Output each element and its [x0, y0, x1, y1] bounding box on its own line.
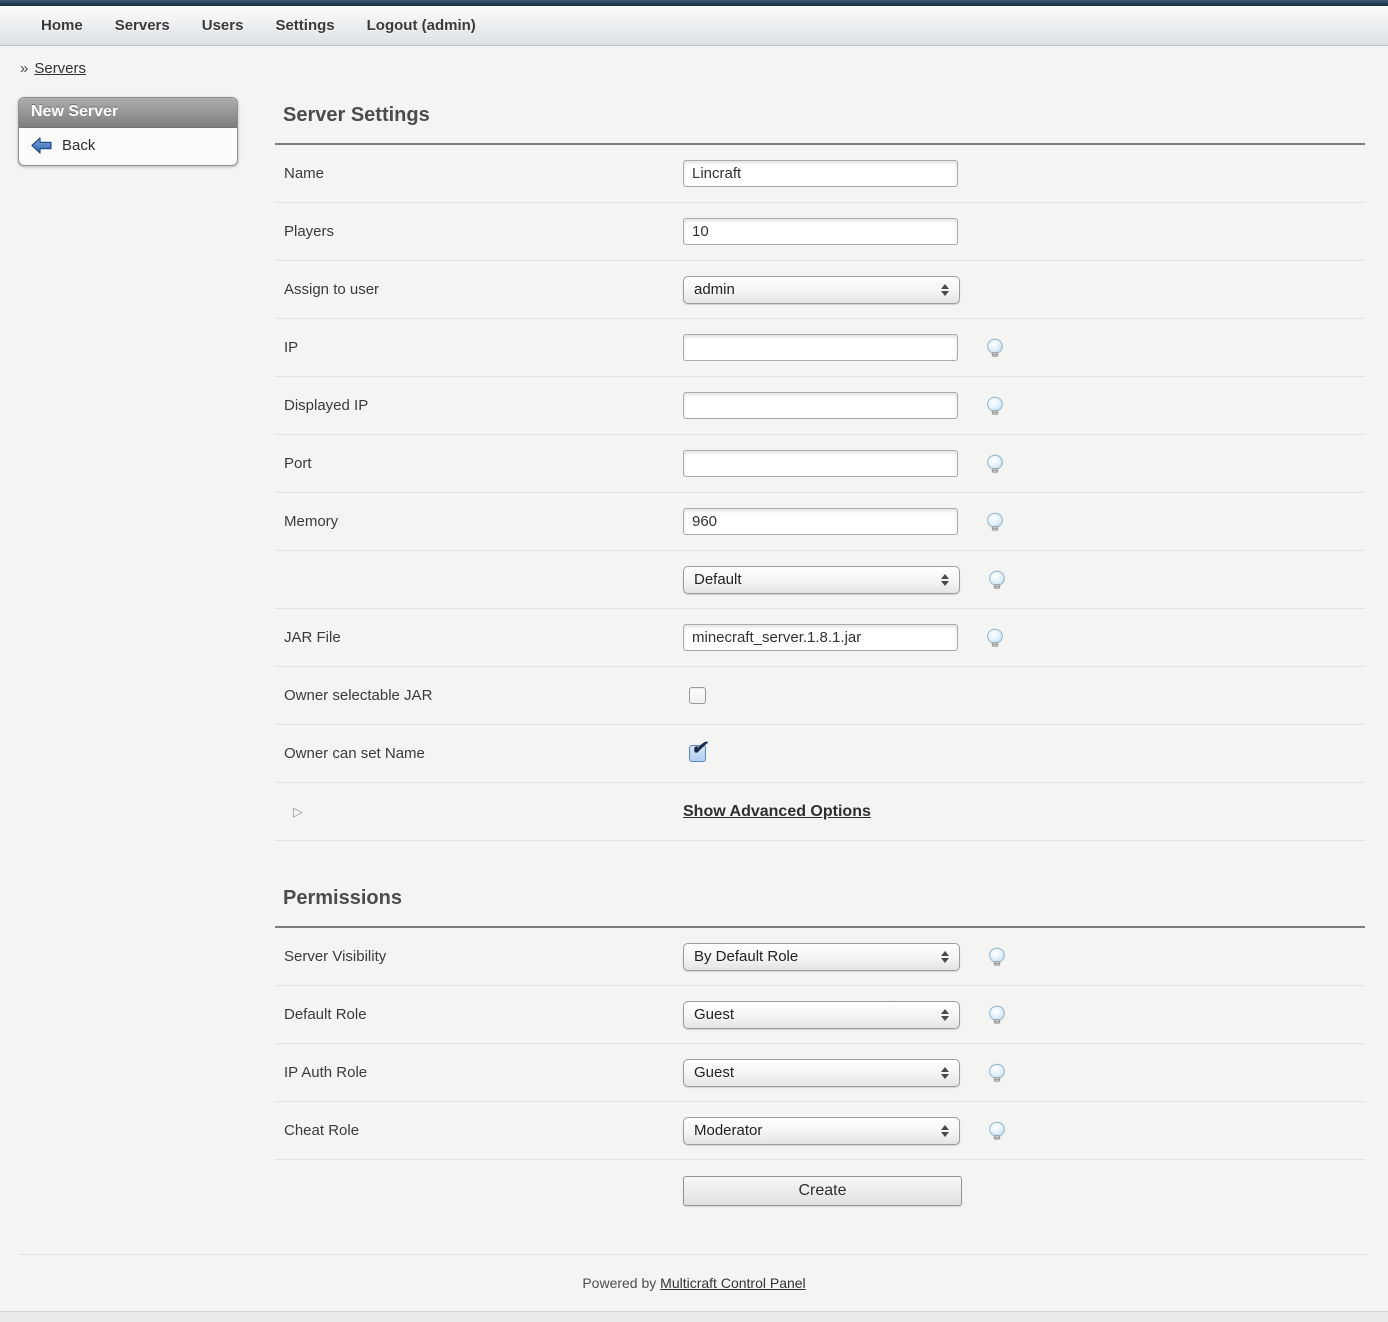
default-role-label: Default Role	[284, 1006, 683, 1023]
select-stepper-icon	[941, 1009, 949, 1021]
main-navbar: Home Servers Users Settings Logout (admi…	[0, 6, 1388, 46]
server-settings-title: Server Settings	[283, 104, 1365, 127]
owner-selectable-jar-label: Owner selectable JAR	[284, 687, 683, 704]
breadcrumb: » Servers	[20, 60, 1388, 77]
default-option-help-lightbulb-icon[interactable]	[986, 569, 1008, 591]
displayed-ip-help-lightbulb-icon[interactable]	[984, 395, 1006, 417]
new-server-menu: New Server Back	[18, 97, 238, 166]
ip-label: IP	[284, 339, 683, 356]
jar-file-input[interactable]	[683, 624, 958, 651]
server-visibility-label: Server Visibility	[284, 948, 683, 965]
owner-can-set-name-label: Owner can set Name	[284, 745, 683, 762]
memory-label: Memory	[284, 513, 683, 530]
default-role-help-lightbulb-icon[interactable]	[986, 1004, 1008, 1026]
breadcrumb-link-servers[interactable]: Servers	[34, 60, 86, 77]
submit-row: Create	[275, 1160, 1365, 1222]
form-row-displayed-ip: Displayed IP	[275, 377, 1365, 435]
form-row-assign-user: Assign to user admin	[275, 261, 1365, 319]
owner-selectable-jar-checkbox[interactable]	[689, 687, 706, 704]
advanced-options-row: ▷ Show Advanced Options	[275, 783, 1365, 841]
assign-user-selected-value: admin	[694, 281, 735, 298]
form-row-cheat-role: Cheat Role Moderator	[275, 1102, 1365, 1160]
default-option-selected-value: Default	[694, 571, 742, 588]
create-button[interactable]: Create	[683, 1176, 962, 1206]
bottom-accent-strip	[0, 1311, 1388, 1322]
page-footer: Powered by Multicraft Control Panel	[20, 1254, 1368, 1291]
back-button[interactable]: Back	[19, 128, 237, 165]
memory-input[interactable]	[683, 508, 958, 535]
expand-triangle-icon[interactable]: ▷	[293, 804, 683, 820]
nav-item-users[interactable]: Users	[186, 17, 260, 34]
cheat-role-select[interactable]: Moderator	[683, 1117, 960, 1145]
server-visibility-selected-value: By Default Role	[694, 948, 798, 965]
ip-input[interactable]	[683, 334, 958, 361]
players-input[interactable]	[683, 218, 958, 245]
default-role-selected-value: Guest	[694, 1006, 734, 1023]
ip-auth-role-select[interactable]: Guest	[683, 1059, 960, 1087]
displayed-ip-input[interactable]	[683, 392, 958, 419]
cheat-role-help-lightbulb-icon[interactable]	[986, 1120, 1008, 1142]
name-input[interactable]	[683, 160, 958, 187]
multicraft-link[interactable]: Multicraft Control Panel	[660, 1275, 806, 1291]
form-row-ip: IP	[275, 319, 1365, 377]
form-row-owner-can-set-name: Owner can set Name	[275, 725, 1365, 783]
ip-auth-role-selected-value: Guest	[694, 1064, 734, 1081]
form-row-owner-selectable-jar: Owner selectable JAR	[275, 667, 1365, 725]
select-stepper-icon	[941, 951, 949, 963]
nav-item-servers[interactable]: Servers	[99, 17, 186, 34]
players-label: Players	[284, 223, 683, 240]
back-arrow-icon	[31, 137, 52, 154]
menu-title: New Server	[19, 98, 237, 128]
assign-user-label: Assign to user	[284, 281, 683, 298]
server-visibility-help-lightbulb-icon[interactable]	[986, 946, 1008, 968]
port-label: Port	[284, 455, 683, 472]
permissions-title: Permissions	[283, 887, 1365, 910]
name-label: Name	[284, 165, 683, 182]
select-stepper-icon	[941, 1067, 949, 1079]
nav-item-settings[interactable]: Settings	[259, 17, 350, 34]
form-row-port: Port	[275, 435, 1365, 493]
form-row-default-role: Default Role Guest	[275, 986, 1365, 1044]
form-row-memory: Memory	[275, 493, 1365, 551]
jar-file-label: JAR File	[284, 629, 683, 646]
footer-text: Powered by	[582, 1275, 656, 1291]
back-button-label: Back	[62, 137, 95, 154]
default-option-select[interactable]: Default	[683, 566, 960, 594]
select-stepper-icon	[941, 574, 949, 586]
breadcrumb-prefix: »	[20, 60, 28, 77]
port-help-lightbulb-icon[interactable]	[984, 453, 1006, 475]
ip-auth-role-help-lightbulb-icon[interactable]	[986, 1062, 1008, 1084]
cheat-role-label: Cheat Role	[284, 1122, 683, 1139]
nav-item-logout[interactable]: Logout (admin)	[351, 17, 492, 34]
memory-help-lightbulb-icon[interactable]	[984, 511, 1006, 533]
displayed-ip-label: Displayed IP	[284, 397, 683, 414]
form-row-default-option: Default	[275, 551, 1365, 609]
form-row-jar-file: JAR File	[275, 609, 1365, 667]
form-row-name: Name	[275, 145, 1365, 203]
cheat-role-selected-value: Moderator	[694, 1122, 762, 1139]
main-content: Server Settings Name Players Assign to u…	[275, 104, 1365, 1222]
form-row-server-visibility: Server Visibility By Default Role	[275, 928, 1365, 986]
select-stepper-icon	[941, 1125, 949, 1137]
select-stepper-icon	[941, 284, 949, 296]
jar-file-help-lightbulb-icon[interactable]	[984, 627, 1006, 649]
form-row-ip-auth-role: IP Auth Role Guest	[275, 1044, 1365, 1102]
form-row-players: Players	[275, 203, 1365, 261]
default-role-select[interactable]: Guest	[683, 1001, 960, 1029]
ip-auth-role-label: IP Auth Role	[284, 1064, 683, 1081]
nav-item-home[interactable]: Home	[25, 17, 99, 34]
port-input[interactable]	[683, 450, 958, 477]
server-visibility-select[interactable]: By Default Role	[683, 943, 960, 971]
owner-can-set-name-checkbox[interactable]	[689, 745, 706, 762]
ip-help-lightbulb-icon[interactable]	[984, 337, 1006, 359]
assign-user-select[interactable]: admin	[683, 276, 960, 304]
show-advanced-options-link[interactable]: Show Advanced Options	[683, 803, 871, 821]
